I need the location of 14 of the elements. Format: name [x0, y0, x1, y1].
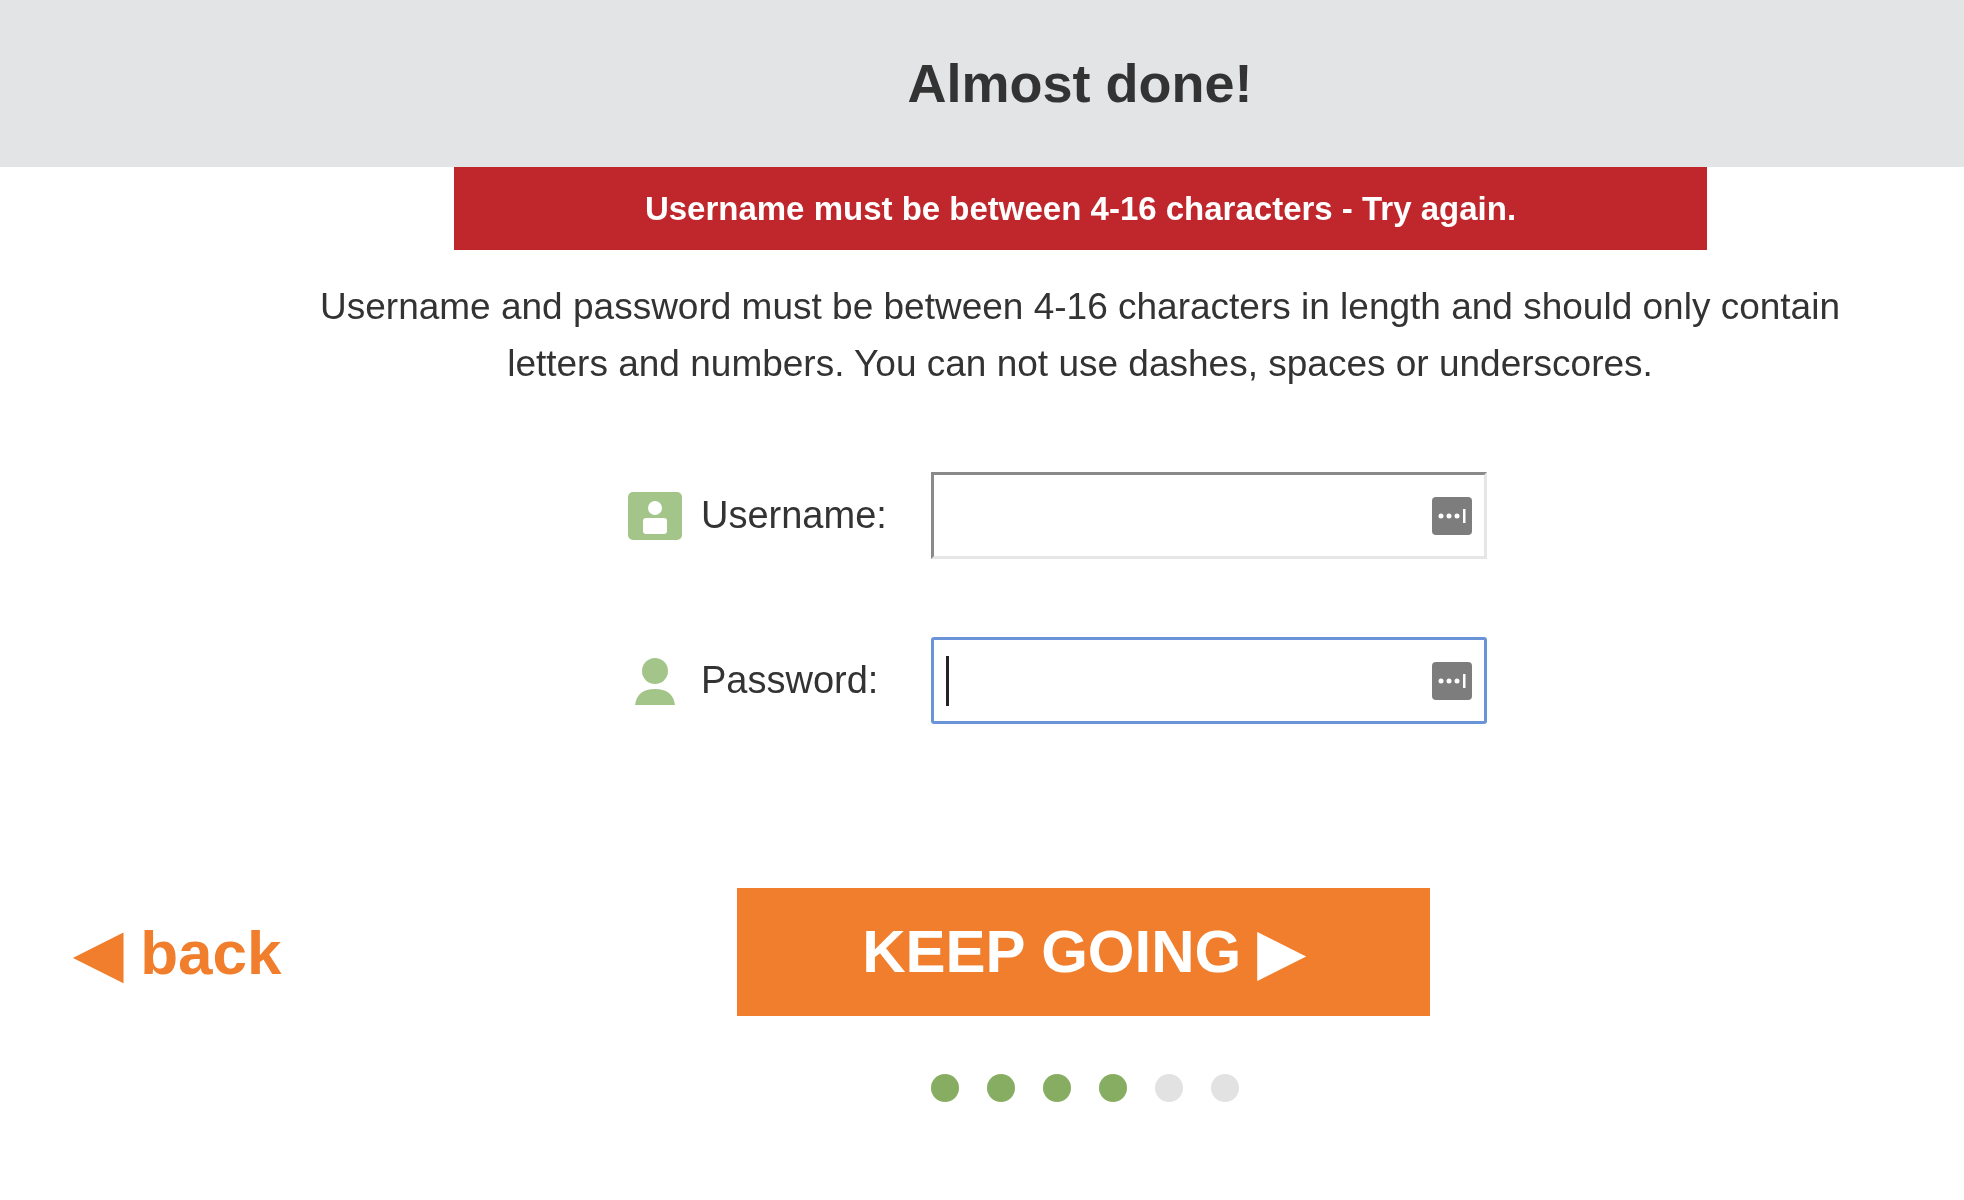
text-cursor — [946, 655, 949, 706]
input-field[interactable] — [931, 637, 1487, 724]
input-field[interactable] — [931, 472, 1487, 559]
error-message: Username must be between 4-16 characters - Try again. — [644, 188, 1517, 229]
user-badge-icon — [628, 491, 682, 540]
dots-icon — [1432, 661, 1472, 700]
page-title: Almost done! — [907, 52, 1253, 115]
user-icon — [633, 656, 677, 705]
dots-icon — [1432, 496, 1472, 535]
keep-going-button[interactable]: KEEP GOING ▶ — [736, 888, 1430, 1016]
field-label: Username: — [701, 493, 888, 538]
back-link[interactable]: ◀ back — [75, 905, 282, 999]
instructions-text: Username and password must be between 4-16 characters in length and should only contain letters and numbers. You can not use dashes, spaces or underscores. — [319, 285, 1841, 386]
field-label: Password: — [701, 658, 880, 703]
